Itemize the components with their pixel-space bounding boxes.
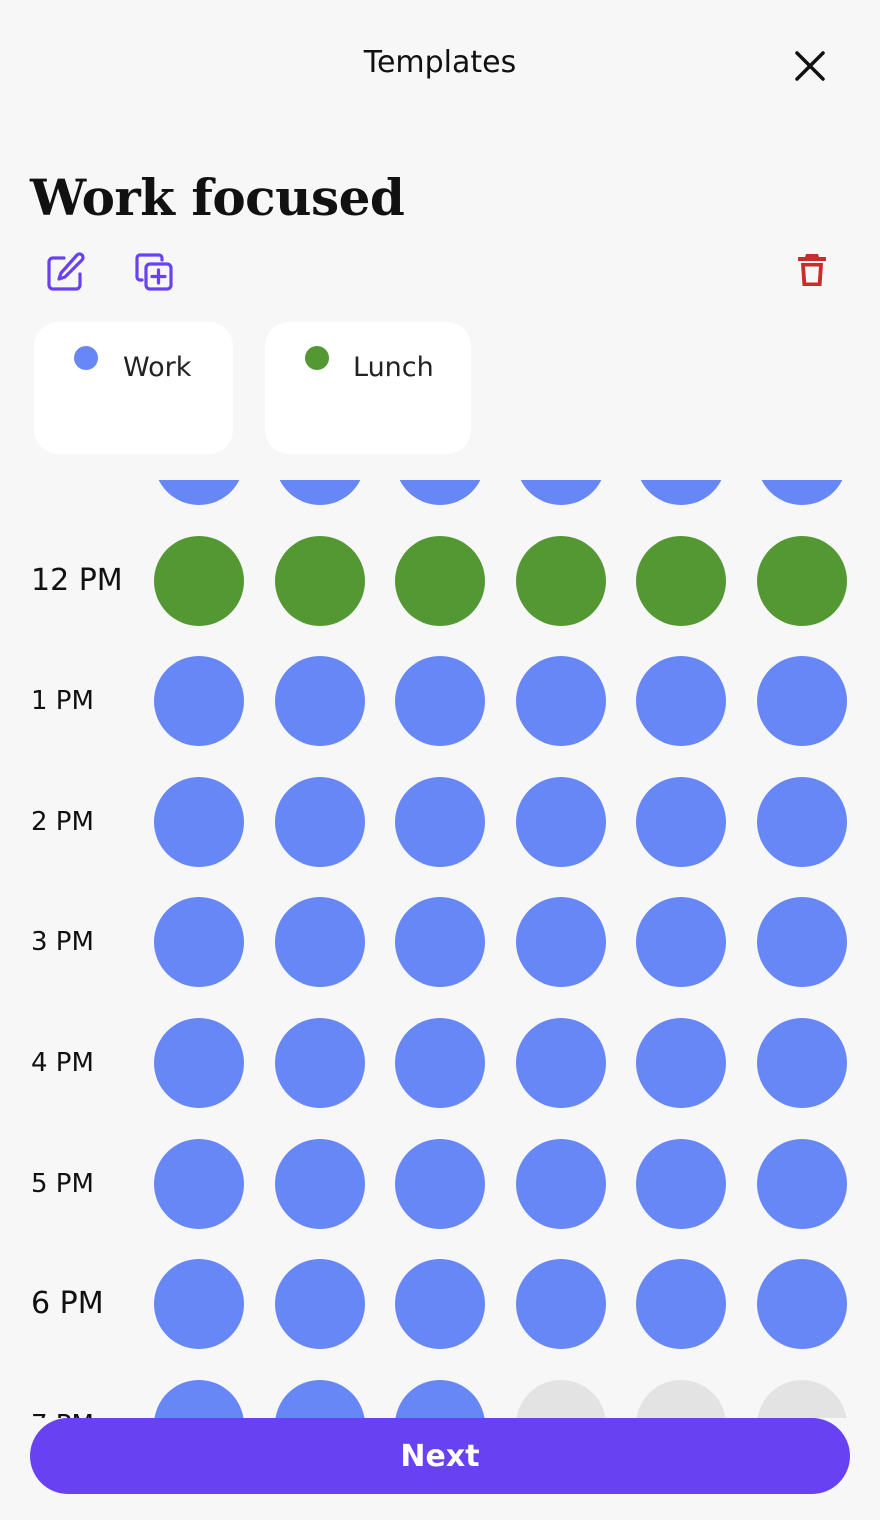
time-label: 5 PM xyxy=(31,1168,94,1199)
slot-work[interactable] xyxy=(154,1259,244,1350)
work-color-dot xyxy=(74,346,98,370)
template-name: Work focused xyxy=(30,168,405,227)
slot-lunch[interactable] xyxy=(154,535,244,626)
schedule-row xyxy=(0,480,880,505)
legend-item-lunch[interactable]: Lunch xyxy=(265,322,471,454)
slot-work[interactable] xyxy=(395,1259,486,1350)
slot-work[interactable] xyxy=(636,1259,727,1350)
schedule-row: 12 PM xyxy=(0,535,880,626)
slot-work[interactable] xyxy=(515,1018,606,1108)
slot-work[interactable] xyxy=(274,776,365,867)
slot-work[interactable] xyxy=(636,656,727,747)
time-label: 1 PM xyxy=(31,686,94,717)
slot-empty[interactable] xyxy=(636,1379,727,1418)
slot-work[interactable] xyxy=(757,897,847,988)
trash-icon xyxy=(798,254,826,286)
legend-label: Lunch xyxy=(353,352,434,383)
edit-button[interactable] xyxy=(44,250,88,294)
time-label: 12 PM xyxy=(31,562,123,598)
slot-work[interactable] xyxy=(274,1379,365,1418)
close-icon xyxy=(795,51,825,81)
slot-work[interactable] xyxy=(395,1138,486,1229)
schedule-grid[interactable]: 12 PM 1 PM 2 PM 3 PM 4 PM 5 PM 6 PM 7 PM xyxy=(0,480,880,1418)
schedule-row: 6 PM xyxy=(0,1259,880,1350)
slot-work[interactable] xyxy=(154,897,244,988)
slot-lunch[interactable] xyxy=(757,535,847,626)
time-label: 4 PM xyxy=(31,1048,94,1078)
slot-work[interactable] xyxy=(154,656,244,747)
delete-button[interactable] xyxy=(792,250,832,290)
legend-label: Work xyxy=(123,352,192,383)
slot-work[interactable] xyxy=(274,897,365,988)
slot-work[interactable] xyxy=(274,1018,365,1108)
slot-work[interactable] xyxy=(636,1138,727,1229)
slot-work[interactable] xyxy=(515,897,606,988)
slot-work[interactable] xyxy=(757,776,847,867)
slot-work[interactable] xyxy=(515,480,606,505)
time-label: 3 PM xyxy=(31,927,94,958)
slot-work[interactable] xyxy=(274,656,365,747)
slot-empty[interactable] xyxy=(515,1379,606,1418)
slot-work[interactable] xyxy=(154,1138,244,1229)
slot-work[interactable] xyxy=(395,480,486,505)
duplicate-button[interactable] xyxy=(132,250,176,294)
slot-work[interactable] xyxy=(757,1259,847,1350)
slot-work[interactable] xyxy=(154,1379,244,1418)
schedule-row: 1 PM xyxy=(0,656,880,747)
slot-work[interactable] xyxy=(154,480,244,505)
schedule-row: 5 PM xyxy=(0,1138,880,1229)
slot-work[interactable] xyxy=(636,1018,727,1108)
slot-lunch[interactable] xyxy=(636,535,727,626)
slot-work[interactable] xyxy=(395,776,486,867)
time-label: 2 PM xyxy=(31,806,94,837)
header-title: Templates xyxy=(363,45,517,80)
close-button[interactable] xyxy=(790,46,830,86)
slot-work[interactable] xyxy=(636,897,727,988)
slot-work[interactable] xyxy=(757,1138,847,1229)
slot-work[interactable] xyxy=(395,1379,486,1418)
slot-work[interactable] xyxy=(395,1018,486,1108)
slot-work[interactable] xyxy=(395,656,486,747)
slot-work[interactable] xyxy=(515,1259,606,1350)
slot-work[interactable] xyxy=(757,480,847,505)
schedule-row: 2 PM xyxy=(0,776,880,867)
slot-lunch[interactable] xyxy=(274,535,365,626)
time-label: 7 PM xyxy=(31,1380,94,1418)
slot-work[interactable] xyxy=(757,656,847,747)
schedule-row: 7 PM xyxy=(0,1379,880,1418)
duplicate-icon xyxy=(135,253,173,291)
slot-work[interactable] xyxy=(274,1259,365,1350)
slot-work[interactable] xyxy=(154,1018,244,1108)
slot-lunch[interactable] xyxy=(515,535,606,626)
slot-work[interactable] xyxy=(636,480,727,505)
slot-work[interactable] xyxy=(515,656,606,747)
slot-lunch[interactable] xyxy=(395,535,486,626)
slot-work[interactable] xyxy=(154,776,244,867)
slot-work[interactable] xyxy=(757,1018,847,1108)
next-button[interactable]: Next xyxy=(30,1418,850,1494)
schedule-row: 4 PM xyxy=(0,1018,880,1108)
schedule-row: 3 PM xyxy=(0,897,880,988)
slot-work[interactable] xyxy=(515,1138,606,1229)
slot-empty[interactable] xyxy=(757,1379,847,1418)
time-label: 6 PM xyxy=(31,1286,104,1322)
legend-item-work[interactable]: Work xyxy=(34,322,233,454)
slot-work[interactable] xyxy=(274,1138,365,1229)
slot-work[interactable] xyxy=(515,776,606,867)
slot-work[interactable] xyxy=(636,776,727,867)
lunch-color-dot xyxy=(305,346,329,370)
slot-work[interactable] xyxy=(395,897,486,988)
edit-icon xyxy=(47,252,85,291)
slot-work[interactable] xyxy=(274,480,365,505)
